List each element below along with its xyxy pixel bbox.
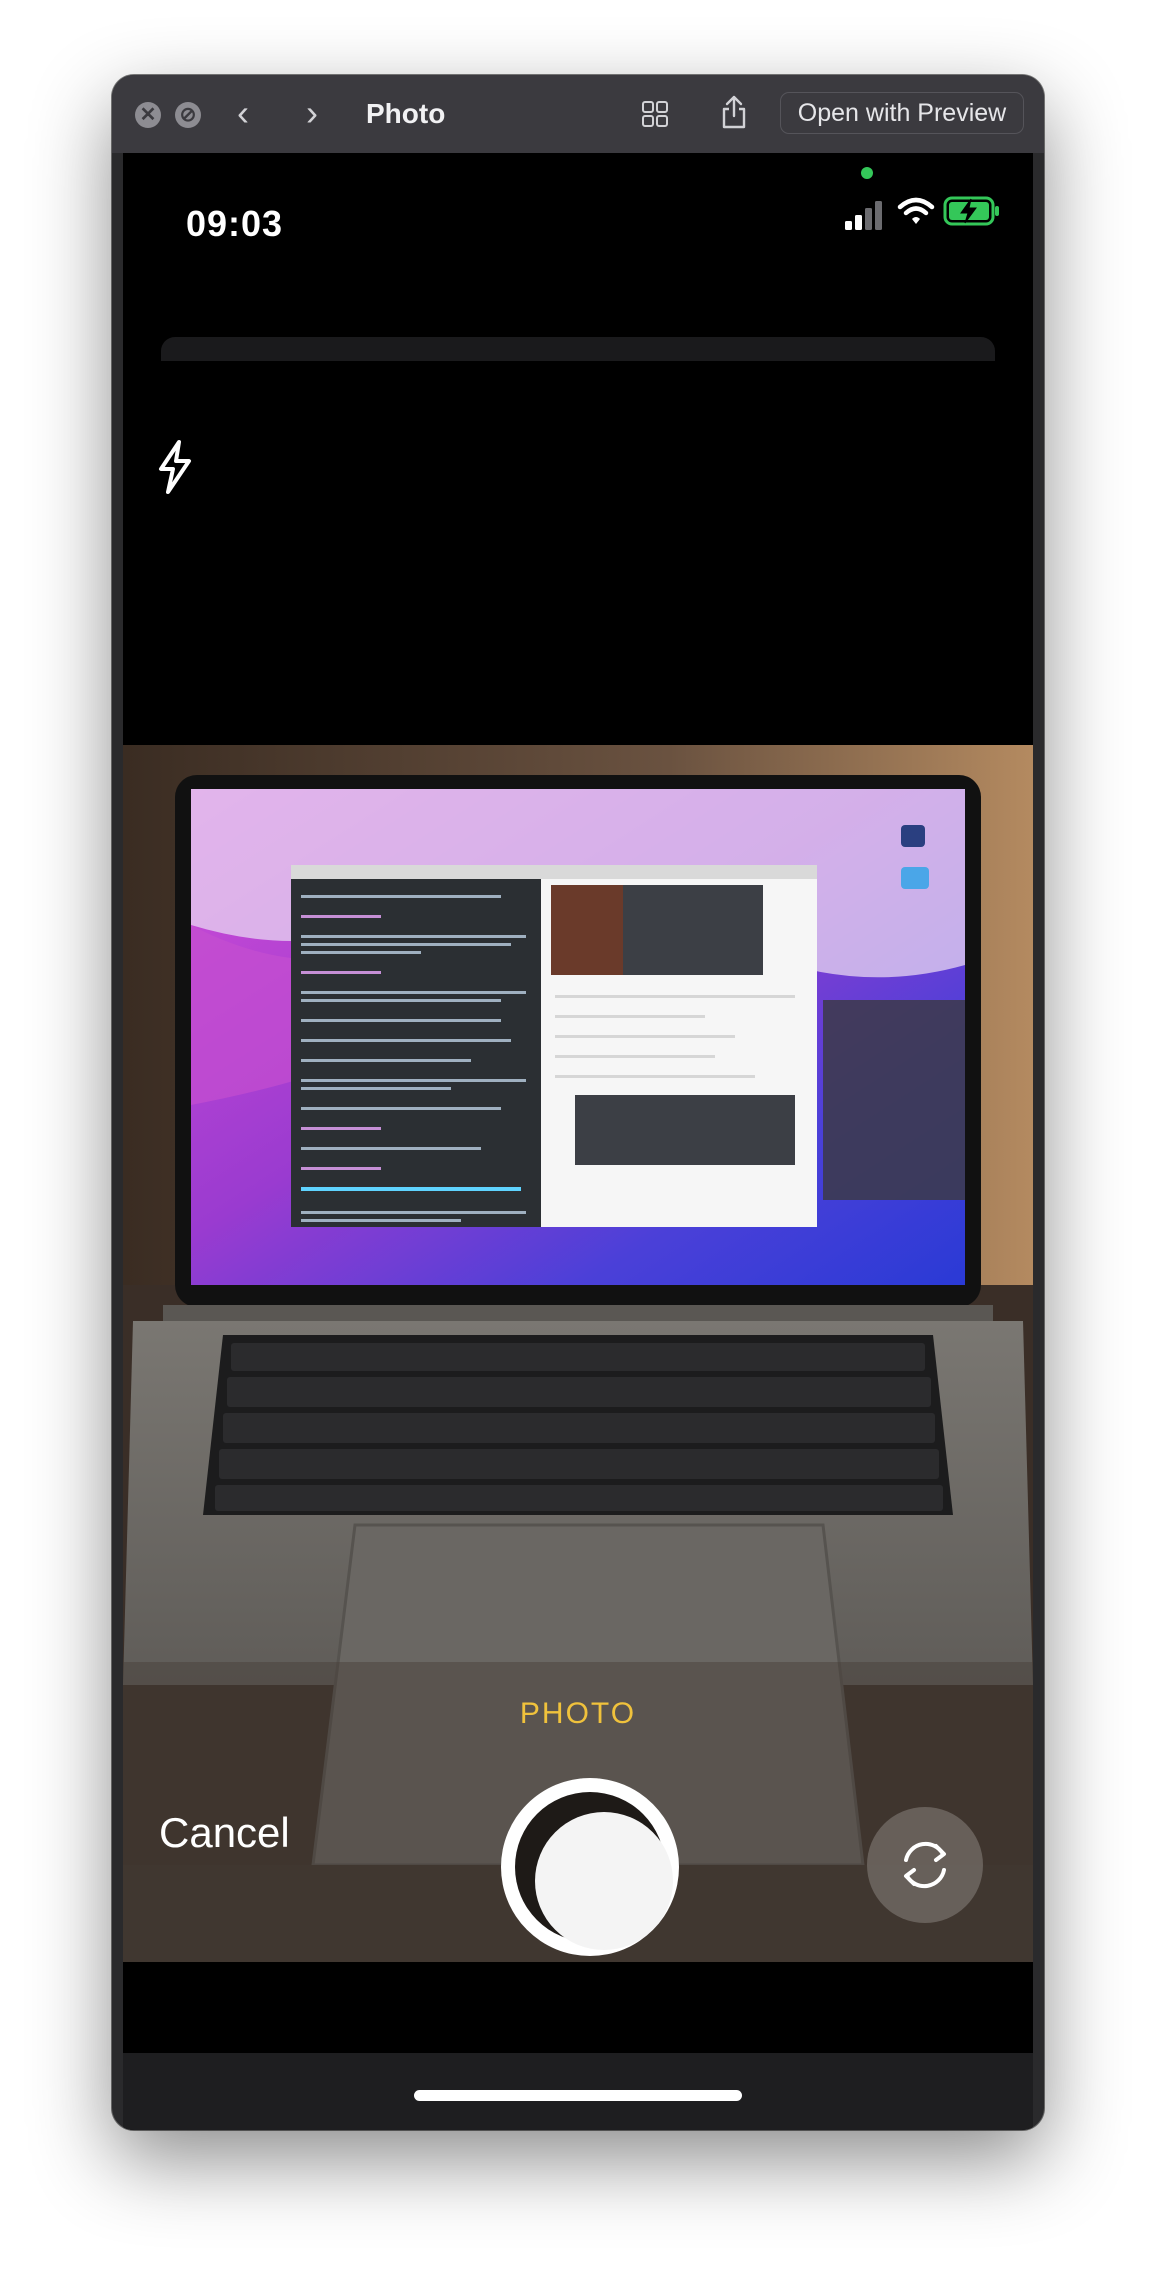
open-with-preview-button[interactable]: Open with Preview — [780, 92, 1024, 134]
shutter-ring — [515, 1792, 673, 1950]
title-bar: ✕ ⊘ ‹ › Photo Open with Preview — [112, 75, 1044, 153]
status-time: 09:03 — [186, 203, 284, 244]
chevron-right-icon[interactable]: › — [306, 93, 318, 133]
grid-icon[interactable] — [642, 101, 668, 127]
battery-charging-icon — [943, 196, 999, 226]
phone-screen: 09:03 PHOTO Cancel — [123, 153, 1033, 2130]
shutter-button[interactable] — [501, 1778, 679, 1956]
stop-icon[interactable]: ⊘ — [175, 102, 201, 128]
flash-icon[interactable] — [155, 439, 195, 495]
cancel-button[interactable]: Cancel — [159, 1809, 290, 1857]
chevron-left-icon[interactable]: ‹ — [237, 93, 249, 133]
window-title: Photo — [366, 98, 446, 129]
camera-flip-icon — [904, 1841, 946, 1889]
cellular-signal-icon — [845, 201, 882, 230]
home-indicator[interactable] — [414, 2090, 742, 2101]
simulator-window: ✕ ⊘ ‹ › Photo Open with Preview 09:03 PH… — [112, 75, 1044, 2130]
top-sheet-edge — [161, 337, 995, 361]
flip-camera-button[interactable] — [867, 1807, 983, 1923]
close-icon[interactable]: ✕ — [135, 102, 161, 128]
shutter-inner — [535, 1812, 673, 1950]
privacy-indicator — [861, 167, 873, 179]
photo-mode-label[interactable]: PHOTO — [123, 1697, 1033, 1731]
share-icon[interactable] — [721, 95, 747, 129]
wifi-icon — [897, 197, 935, 224]
